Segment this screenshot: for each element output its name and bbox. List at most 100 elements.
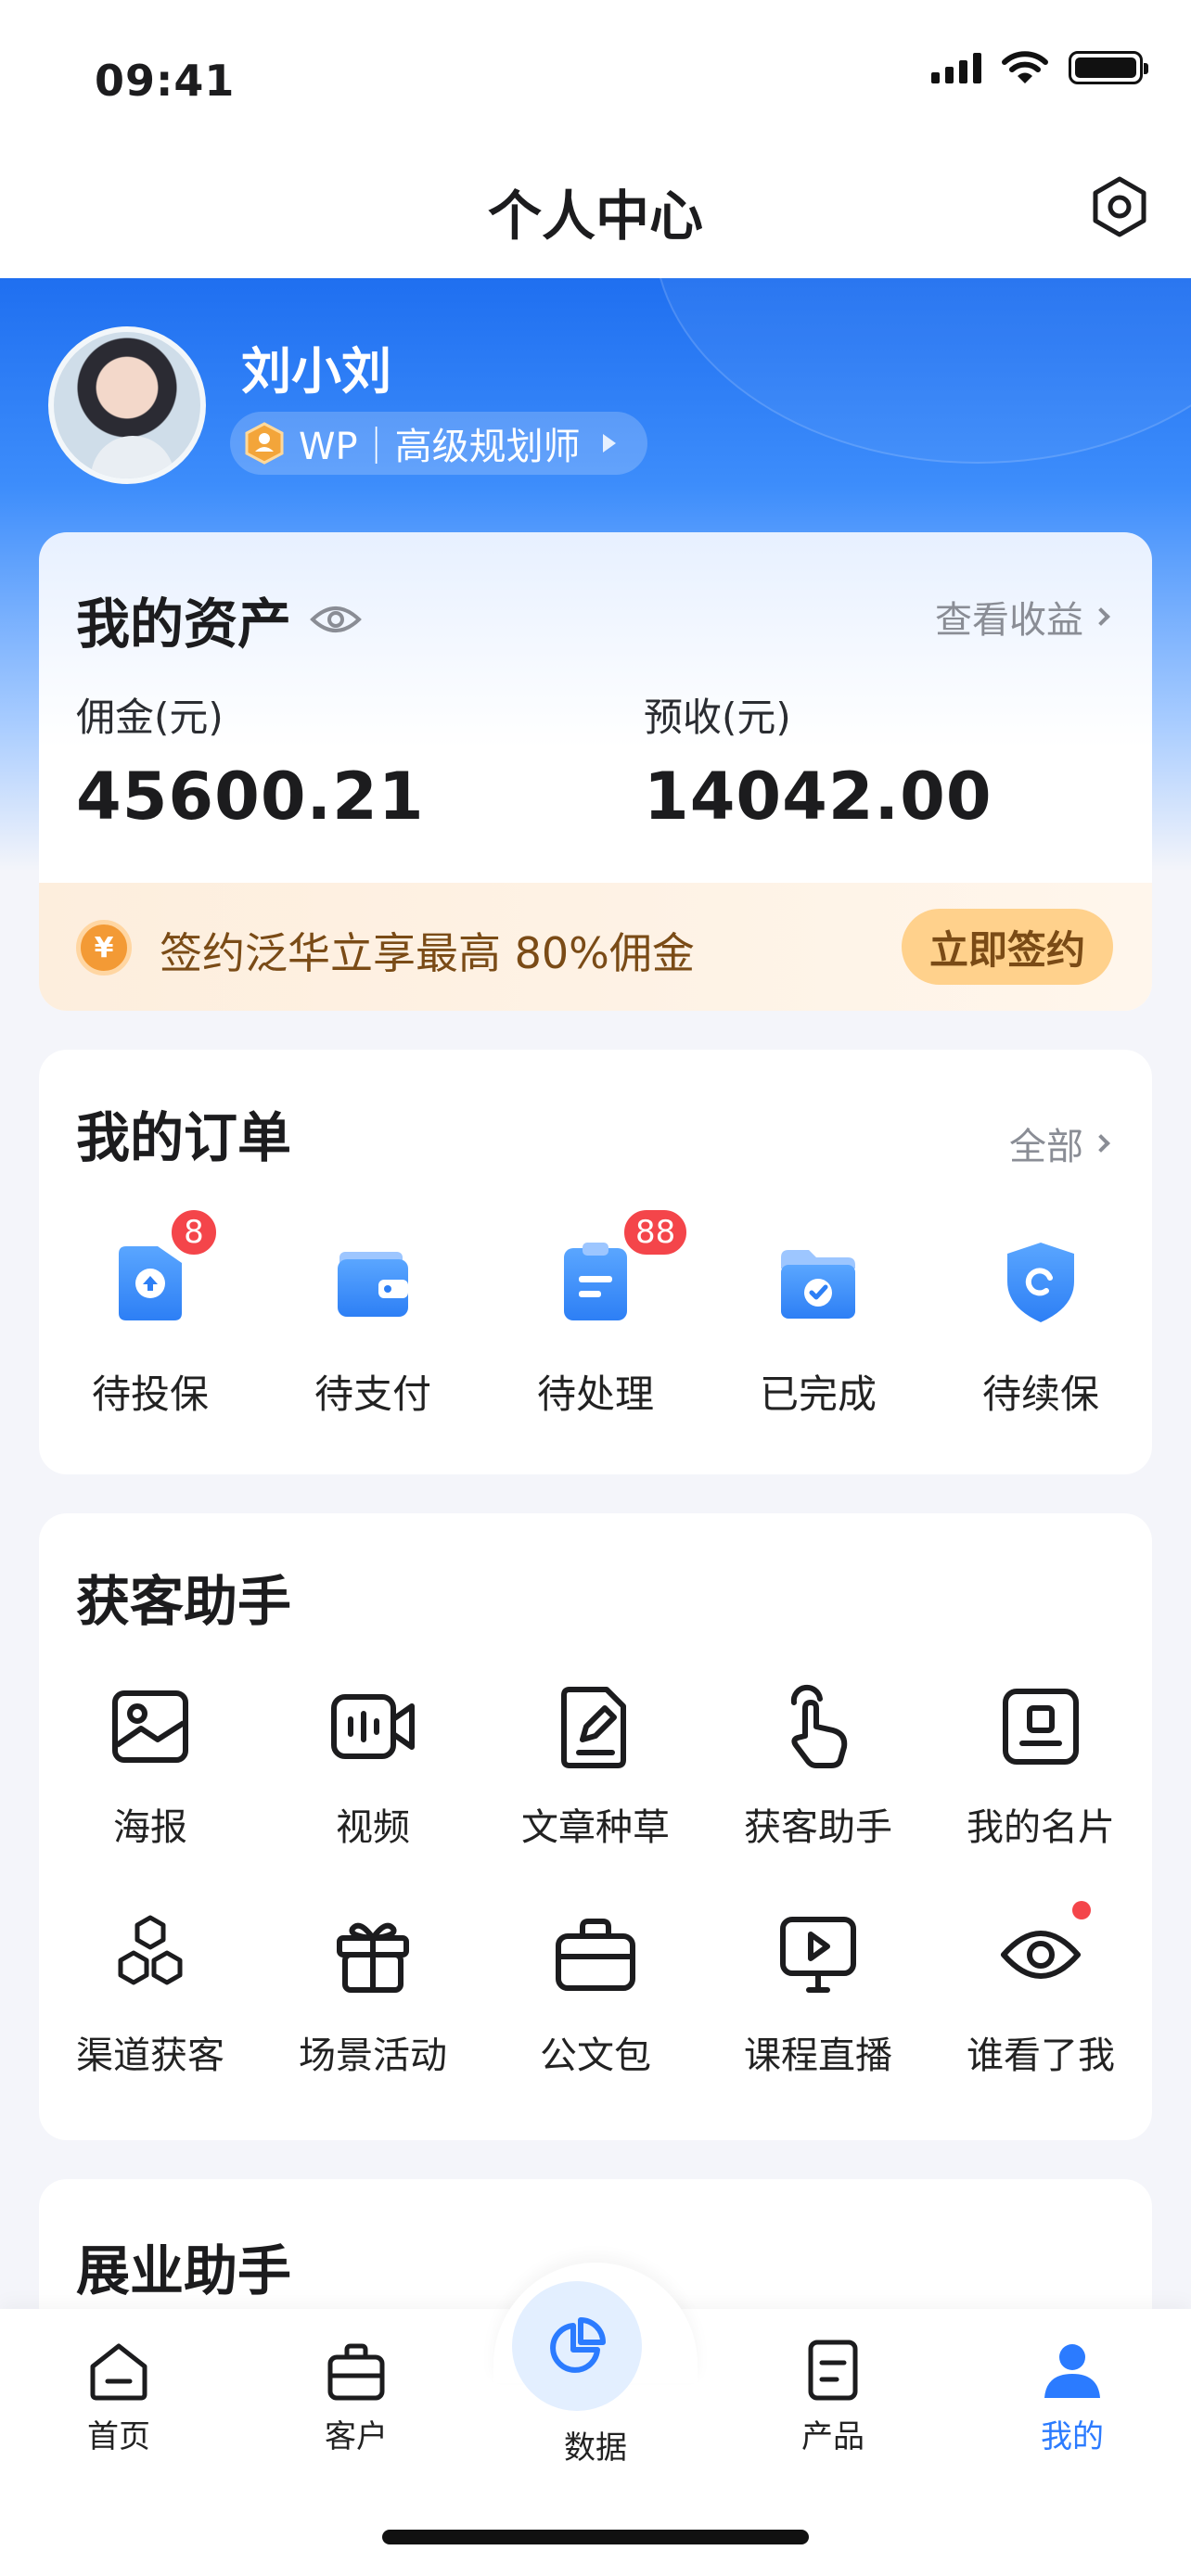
avatar[interactable] <box>48 326 206 484</box>
biz-title: 展业助手 <box>76 2239 292 2302</box>
order-item-label: 待续保 <box>981 1371 1099 1417</box>
tool-label: 公文包 <box>540 2034 651 2077</box>
rank-badge[interactable]: WP｜高级规划师 <box>230 412 647 475</box>
order-item-label: 待支付 <box>314 1371 431 1417</box>
gear-icon[interactable] <box>1087 174 1152 239</box>
image-icon <box>112 1690 188 1763</box>
tool-label: 获客助手 <box>744 1806 892 1849</box>
live-screen-icon <box>780 1917 856 1993</box>
promo-banner: ¥ 签约泛华立享最高 80%佣金 立即签约 <box>39 883 1152 1011</box>
order-item-label: 已完成 <box>759 1371 877 1417</box>
tool-scene-activity[interactable]: 场景活动 <box>262 1908 484 2079</box>
check-folder-icon <box>781 1250 855 1319</box>
order-item-label: 待投保 <box>91 1371 209 1417</box>
assets-heading: 我的资产 <box>76 580 362 658</box>
play-arrow-icon <box>602 434 616 453</box>
tab-home[interactable]: 首页 <box>45 2337 193 2456</box>
tab-products[interactable]: 产品 <box>759 2337 907 2456</box>
pie-chart-icon <box>550 2317 606 2373</box>
briefcase-icon <box>556 1919 635 1991</box>
orders-grid: 8 待投保 待支付 88 待处理 已完成 待续保 <box>39 1207 1152 1420</box>
expected-value: 14042.00 <box>644 759 992 835</box>
tools-row-2: 渠道获客 场景活动 公文包 课程直播 谁看了我 <box>39 1901 1152 2079</box>
orders-title: 我的订单 <box>76 1106 292 1169</box>
chevron-right-icon <box>1092 607 1110 626</box>
tool-label: 谁看了我 <box>967 2034 1115 2077</box>
expected-label: 预收(元) <box>644 695 791 740</box>
tab-label: 客户 <box>325 2418 388 2455</box>
user-name: 刘小刘 <box>241 342 391 401</box>
commission-label: 佣金(元) <box>76 695 224 740</box>
user-icon <box>1044 2344 1100 2398</box>
tool-label: 渠道获客 <box>76 2034 224 2077</box>
data-center-button[interactable] <box>512 2281 642 2411</box>
tool-label: 视频 <box>336 1806 410 1849</box>
eye-icon <box>1001 1931 1081 1979</box>
tab-label: 我的 <box>1041 2418 1104 2455</box>
order-item-renewal[interactable]: 待续保 <box>929 1235 1152 1420</box>
tab-mine[interactable]: 我的 <box>998 2337 1146 2456</box>
tool-article[interactable]: 文章种草 <box>484 1680 707 1851</box>
tool-business-card[interactable]: 我的名片 <box>929 1680 1152 1851</box>
sign-now-button[interactable]: 立即签约 <box>901 909 1113 985</box>
orders-card: 我的订单 全部 8 待投保 待支付 88 待处理 已完成 待续保 <box>39 1050 1152 1474</box>
tool-label: 我的名片 <box>967 1806 1115 1849</box>
video-icon <box>331 1694 415 1759</box>
tools-row-1: 海报 视频 文章种草 获客助手 我的名片 <box>39 1680 1152 1851</box>
status-time: 09:41 <box>95 56 236 106</box>
tool-video[interactable]: 视频 <box>262 1680 484 1851</box>
promo-text: 签约泛华立享最高 80%佣金 <box>160 928 695 978</box>
customer-acquisition-card: 获客助手 海报 视频 文章种草 获客助手 我的名片 渠道获客 场景活动 公文包 … <box>39 1513 1152 2140</box>
document-icon <box>808 2340 858 2401</box>
tool-who-viewed-me[interactable]: 谁看了我 <box>929 1901 1152 2079</box>
notification-dot <box>1072 1901 1091 1919</box>
assets-title: 我的资产 <box>76 593 292 656</box>
order-item-label: 待处理 <box>536 1371 654 1417</box>
edit-doc-icon <box>561 1687 626 1768</box>
personal-center-screen: 09:41 个人中心 刘小刘 WP｜高级规划师 我的资产 查看收益 佣金(元) … <box>0 0 1191 2576</box>
page-title: 个人中心 <box>487 185 703 248</box>
top-bar: 09:41 个人中心 <box>0 0 1191 278</box>
tab-customers[interactable]: 客户 <box>282 2337 430 2456</box>
tab-label: 数据 <box>564 2429 627 2467</box>
tool-label: 文章种草 <box>521 1806 670 1849</box>
rank-label: WP｜高级规划师 <box>299 426 581 468</box>
tool-channel[interactable]: 渠道获客 <box>39 1908 262 2079</box>
order-item-processing[interactable]: 88 待处理 <box>484 1207 707 1420</box>
signal-icon <box>931 52 981 83</box>
home-indicator <box>382 2530 809 2544</box>
order-item-completed[interactable]: 已完成 <box>707 1235 929 1420</box>
order-badge: 88 <box>621 1207 690 1257</box>
id-card-icon <box>1003 1689 1079 1765</box>
tab-label: 首页 <box>87 2418 150 2455</box>
battery-icon <box>1069 51 1148 84</box>
tool-label: 场景活动 <box>299 2034 447 2077</box>
tab-data[interactable]: 数据 <box>512 2281 670 2468</box>
tool-live-course[interactable]: 课程直播 <box>707 1908 929 2079</box>
briefcase-icon <box>327 2343 385 2401</box>
order-item-pending-pay[interactable]: 待支付 <box>262 1235 484 1420</box>
tool-briefcase[interactable]: 公文包 <box>484 1908 707 2079</box>
view-earnings-label: 查看收益 <box>935 599 1083 642</box>
commission-value: 45600.21 <box>76 759 425 835</box>
assets-card: 我的资产 查看收益 佣金(元) 45600.21 预收(元) 14042.00 … <box>39 532 1152 1011</box>
view-earnings-link[interactable]: 查看收益 <box>935 590 1110 644</box>
tab-label: 产品 <box>801 2418 864 2455</box>
hexagons-icon <box>118 1915 183 1985</box>
status-icons <box>931 50 1148 85</box>
tool-label: 海报 <box>113 1806 187 1849</box>
tool-poster[interactable]: 海报 <box>39 1680 262 1851</box>
rank-hex-icon <box>245 422 284 465</box>
tools-title: 获客助手 <box>76 1570 292 1633</box>
eye-icon[interactable] <box>310 601 362 638</box>
tool-label: 课程直播 <box>744 2034 892 2077</box>
hand-pointer-icon <box>790 1684 848 1768</box>
coin-icon: ¥ <box>76 920 132 976</box>
orders-all-label: 全部 <box>1009 1126 1083 1168</box>
order-badge: 8 <box>169 1207 219 1257</box>
chevron-right-icon <box>1092 1134 1110 1153</box>
orders-all-link[interactable]: 全部 <box>1009 1116 1110 1170</box>
order-item-pending-insure[interactable]: 8 待投保 <box>39 1207 262 1420</box>
home-icon <box>90 2343 147 2401</box>
tool-acquire[interactable]: 获客助手 <box>707 1680 929 1851</box>
